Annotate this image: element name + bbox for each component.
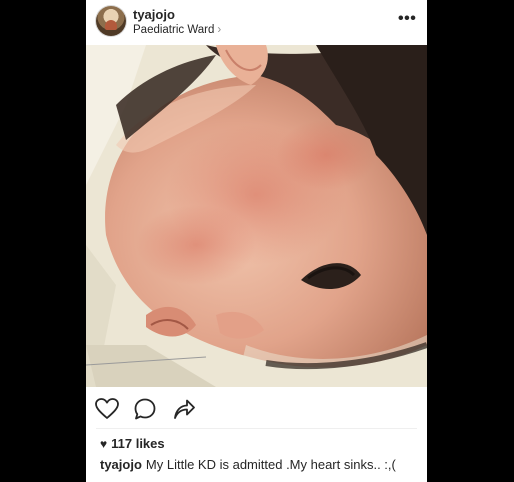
heart-outline-icon[interactable]: [94, 396, 120, 422]
chevron-right-icon: ›: [217, 24, 222, 36]
likes-count[interactable]: ♥ 117 likes: [100, 436, 165, 451]
post-caption: tyajojo My Little KD is admitted .My hear…: [100, 457, 420, 472]
instagram-post-card: tyajojo Paediatric Ward › ••• ♥ 117 like…: [86, 0, 427, 482]
caption-username[interactable]: tyajojo: [100, 457, 142, 472]
share-arrow-icon[interactable]: [171, 396, 197, 422]
location-label[interactable]: Paediatric Ward: [133, 24, 214, 36]
post-photo[interactable]: [86, 45, 427, 387]
post-header: tyajojo Paediatric Ward › •••: [86, 0, 427, 45]
actions-divider: [96, 428, 417, 429]
post-location[interactable]: Paediatric Ward ›: [133, 24, 221, 36]
post-actions: [86, 394, 427, 424]
likes-label[interactable]: 117 likes: [111, 436, 165, 451]
speech-bubble-icon[interactable]: [132, 396, 158, 422]
heart-filled-icon: ♥: [100, 437, 108, 451]
caption-text: My Little KD is admitted .My heart sinks…: [145, 457, 396, 472]
more-options-icon[interactable]: •••: [398, 10, 416, 28]
avatar-figure: [105, 20, 117, 30]
user-avatar[interactable]: [96, 6, 126, 36]
post-photo-illustration: [86, 45, 427, 387]
post-username[interactable]: tyajojo: [133, 7, 175, 22]
